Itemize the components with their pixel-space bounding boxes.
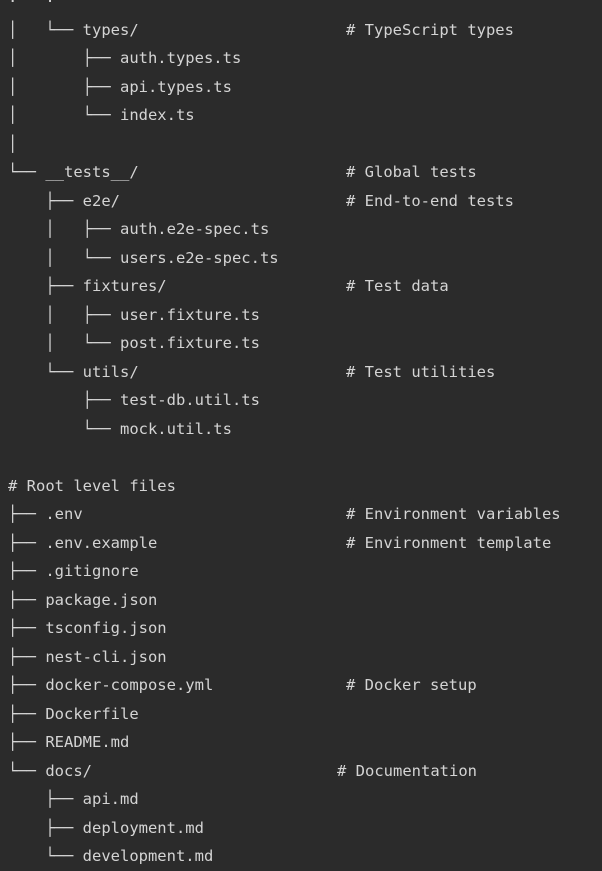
tree-entry-comment: # Docker setup — [346, 676, 477, 694]
tree-entry-name: auth.e2e-spec.ts — [119, 220, 270, 238]
tree-entry-comment: # Test utilities — [346, 362, 496, 381]
code-line: └── __tests__/ # Global tests — [8, 158, 602, 187]
code-line: ├── nest-cli.json — [8, 643, 602, 672]
code-line: │ └── users.e2e-spec.ts — [8, 244, 602, 273]
code-line: └── utils/ # Test utilities — [8, 358, 602, 387]
tree-connector: └── — [8, 419, 120, 438]
tree-connector: ├── — [8, 733, 46, 751]
tree-connector: ├── — [8, 391, 120, 409]
tree-entry-name: __tests__/ — [45, 163, 139, 181]
tree-entry-name: .env — [45, 505, 83, 523]
tree-entry-name: nest-cli.json — [45, 647, 167, 666]
tree-connector: └── — [8, 362, 83, 381]
tree-entry-name: types/ — [82, 20, 139, 39]
code-block: · · │ └── types/ # TypeScript types │ ├── a… — [0, 0, 602, 871]
tree-connector: └── — [8, 163, 46, 181]
tree-entry-name: auth.types.ts — [119, 49, 242, 67]
code-line: ├── docker-compose.yml # Docker setup — [8, 671, 602, 700]
tree-entry-name: api.types.ts — [119, 77, 232, 96]
code-line: │ └── types/ # TypeScript types — [8, 16, 602, 45]
tree-entry-name: post.fixture.ts — [119, 334, 260, 352]
tree-entry-comment: # TypeScript types — [346, 20, 514, 39]
code-line: ├── e2e/ # End-to-end tests — [8, 187, 602, 216]
tree-connector: │ ├── — [8, 77, 120, 96]
tree-entry-name: index.ts — [119, 106, 195, 124]
tree-connector: └── — [8, 847, 83, 865]
code-line: ├── Dockerfile — [8, 700, 602, 729]
code-line: ├── fixtures/ # Test data — [8, 272, 602, 301]
code-line: │ └── post.fixture.ts — [8, 329, 602, 358]
tree-connector: ├── — [8, 562, 46, 580]
code-line: │ ├── auth.e2e-spec.ts — [8, 215, 602, 244]
tree-connector: ├── — [8, 590, 46, 609]
tree-connector: ├── — [8, 191, 83, 210]
tree-entry-name: e2e/ — [82, 191, 120, 210]
tree-entry-name: README.md — [45, 733, 130, 751]
tree-connector: ├── — [8, 818, 83, 837]
tree-entry-name: docker-compose.yml — [45, 676, 214, 694]
code-line: ├── package.json — [8, 586, 602, 615]
tree-entry-name: tsconfig.json — [45, 619, 167, 637]
tree-connector: ├── — [8, 277, 83, 295]
code-line: ├── .env # Environment variables — [8, 500, 602, 529]
tree-entry-name: .gitignore — [45, 562, 139, 580]
tree-connector: · · — [8, 0, 55, 10]
tree-connector: ├── — [8, 647, 46, 666]
tree-entry-name: Dockerfile — [45, 704, 139, 723]
tree-entry-comment: # Environment variables — [346, 505, 561, 523]
tree-entry-name: .env.example — [45, 533, 158, 552]
code-line: ├── README.md — [8, 728, 602, 757]
tree-entry-name: package.json — [45, 590, 158, 609]
code-line: # Root level files — [8, 472, 602, 501]
tree-connector: │ └── — [8, 248, 120, 267]
code-line: │ ├── user.fixture.ts — [8, 301, 602, 330]
tree-entry-name: # Root level files — [8, 476, 176, 495]
tree-connector: │ — [8, 134, 18, 153]
tree-connector: ├── — [8, 704, 46, 723]
code-line: ├── test-db.util.ts — [8, 386, 602, 415]
tree-entry-comment: # End-to-end tests — [346, 191, 514, 210]
tree-entry-name: utils/ — [82, 362, 139, 381]
code-line: ├── .gitignore — [8, 557, 602, 586]
code-line: └── docs/ # Documentation — [8, 757, 602, 786]
code-line: ├── deployment.md — [8, 814, 602, 843]
code-line: │ └── index.ts — [8, 101, 602, 130]
tree-entry-comment: # Environment template — [346, 533, 552, 552]
code-line: │ ├── auth.types.ts — [8, 44, 602, 73]
tree-connector: │ ├── — [8, 49, 120, 67]
tree-entry-comment: # Test data — [346, 277, 449, 295]
tree-entry-comment: # Global tests — [346, 163, 477, 181]
tree-connector: │ └── — [8, 20, 83, 39]
tree-entry-name: users.e2e-spec.ts — [119, 248, 279, 267]
code-line: └── development.md — [8, 842, 602, 871]
tree-connector: ├── — [8, 619, 46, 637]
tree-entry-name: docs/ — [45, 761, 92, 780]
code-line: · · — [8, 0, 602, 16]
tree-entry-name: fixtures/ — [82, 277, 167, 295]
code-line: │ ├── api.types.ts — [8, 73, 602, 102]
tree-connector: │ ├── — [8, 305, 120, 324]
tree-entry-name: test-db.util.ts — [119, 391, 260, 409]
tree-connector: ├── — [8, 790, 83, 808]
tree-entry-comment: # Documentation — [337, 761, 477, 780]
tree-connector: ├── — [8, 505, 46, 523]
tree-connector: ├── — [8, 676, 46, 694]
tree-entry-name: deployment.md — [82, 818, 204, 837]
tree-connector: │ ├── — [8, 220, 120, 238]
code-line: ├── .env.example # Environment template — [8, 529, 602, 558]
code-line: ├── tsconfig.json — [8, 614, 602, 643]
tree-entry-name: mock.util.ts — [119, 419, 232, 438]
code-line: │ — [8, 130, 602, 159]
code-line: ├── api.md — [8, 785, 602, 814]
code-line: └── mock.util.ts — [8, 415, 602, 444]
tree-connector: │ └── — [8, 106, 120, 124]
tree-connector: ├── — [8, 533, 46, 552]
tree-entry-name: user.fixture.ts — [119, 305, 260, 324]
tree-connector: └── — [8, 761, 46, 780]
tree-entry-name: api.md — [82, 790, 139, 808]
tree-connector: │ └── — [8, 334, 120, 352]
tree-entry-name: development.md — [82, 847, 214, 865]
